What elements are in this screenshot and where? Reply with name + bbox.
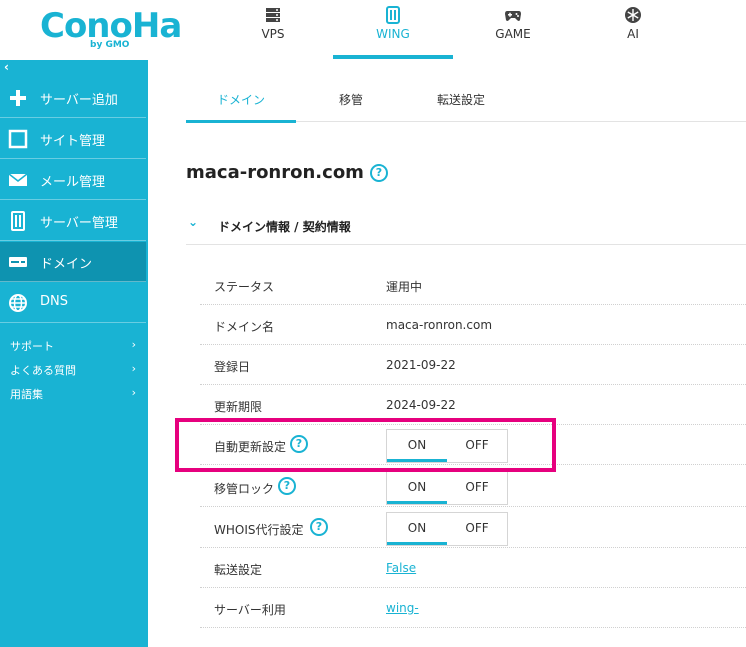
row-status: ステータス 運用中 <box>200 265 746 305</box>
row-transfer-lock: 移管ロック ? ON OFF <box>200 467 746 507</box>
highlight-box <box>175 418 556 472</box>
row-value: maca-ronron.com <box>386 318 493 332</box>
row-value: 2021-09-22 <box>386 358 456 372</box>
sidebar-link-glossary[interactable]: 用語集 › <box>10 386 136 402</box>
sidebar-item-server[interactable]: サーバー管理 <box>0 201 146 241</box>
nav-wing[interactable]: WING <box>333 0 453 60</box>
section-title: ドメイン情報 / 契約情報 <box>218 220 351 234</box>
globe-icon <box>9 294 27 312</box>
sidebar-collapse-icon[interactable]: ‹ <box>4 60 9 74</box>
mail-icon <box>8 173 28 186</box>
nav-ai[interactable]: AI <box>573 0 693 60</box>
sidebar-item-label: メール管理 <box>40 175 106 190</box>
toggle-active-indicator <box>387 542 447 545</box>
toggle-on-button[interactable]: ON <box>387 513 447 545</box>
row-label: 転送設定 <box>214 563 263 577</box>
tab-transfer[interactable]: 移管 <box>296 86 406 122</box>
logo-sub: by GMO <box>90 40 130 50</box>
nav-ai-label: AI <box>627 27 639 41</box>
sidebar-item-label: DNS <box>40 294 68 309</box>
sidebar-item-mail[interactable]: メール管理 <box>0 160 146 200</box>
transfer-lock-toggle: ON OFF <box>386 471 508 505</box>
row-label: 移管ロック <box>214 482 275 496</box>
sidebar-item-label: ドメイン <box>40 257 93 272</box>
row-label: ステータス <box>214 280 275 294</box>
row-label: WHOIS代行設定 <box>214 523 304 537</box>
help-icon[interactable]: ? <box>310 518 328 536</box>
plus-icon <box>10 90 26 106</box>
row-label: ドメイン名 <box>214 320 275 334</box>
gamepad-icon <box>505 11 521 21</box>
whois-toggle: ON OFF <box>386 512 508 546</box>
chevron-down-icon: ⌄ <box>188 215 199 229</box>
toggle-off-button[interactable]: OFF <box>447 513 507 545</box>
ai-icon <box>625 7 641 23</box>
server-manage-icon <box>11 211 25 231</box>
row-label: 登録日 <box>214 360 251 374</box>
toggle-off-button[interactable]: OFF <box>447 472 507 504</box>
chevron-right-icon: › <box>131 338 136 351</box>
row-value: 運用中 <box>386 280 423 294</box>
sidebar-item-label: サーバー管理 <box>40 216 118 231</box>
page-title: maca-ronron.com <box>186 162 364 183</box>
nav-game[interactable]: GAME <box>453 0 573 60</box>
chevron-right-icon: › <box>131 386 136 399</box>
server-icon <box>266 8 280 22</box>
tab-forwarding[interactable]: 転送設定 <box>406 86 516 122</box>
nav-wing-label: WING <box>376 27 410 41</box>
sidebar-link-label: よくある質問 <box>10 364 76 377</box>
toggle-active-indicator <box>387 501 447 504</box>
wing-icon <box>386 6 400 24</box>
row-server-use: サーバー利用 wing- <box>200 588 746 628</box>
row-forwarding: 転送設定 False <box>200 548 746 588</box>
row-whois: WHOIS代行設定 ? ON OFF <box>200 508 746 548</box>
toggle-on-button[interactable]: ON <box>387 472 447 504</box>
sidebar-link-label: 用語集 <box>10 388 43 401</box>
sidebar-item-domain[interactable]: ドメイン <box>0 242 146 282</box>
server-use-link[interactable]: wing- <box>386 601 419 615</box>
nav-game-label: GAME <box>495 27 531 41</box>
conoha-logo[interactable]: ConoHa by GMO <box>40 6 182 54</box>
row-value: 2024-09-22 <box>386 398 456 412</box>
section-header[interactable]: ⌄ ドメイン情報 / 契約情報 <box>186 205 746 245</box>
sidebar-link-support[interactable]: サポート › <box>10 338 136 354</box>
domain-icon <box>9 257 27 267</box>
sidebar-link-faq[interactable]: よくある質問 › <box>10 362 136 378</box>
row-domain-name: ドメイン名 maca-ronron.com <box>200 305 746 345</box>
site-icon <box>8 129 28 149</box>
sidebar-item-label: サイト管理 <box>40 134 106 149</box>
row-label: サーバー利用 <box>214 603 286 617</box>
sidebar-item-dns[interactable]: DNS <box>0 283 146 323</box>
content-tabs: ドメイン 移管 転送設定 <box>186 86 746 123</box>
sidebar-item-label: サーバー追加 <box>40 93 118 108</box>
chevron-right-icon: › <box>131 362 136 375</box>
top-header: ConoHa by GMO VPS WING GAME AI <box>0 0 746 60</box>
help-icon[interactable]: ? <box>278 477 296 495</box>
help-icon[interactable]: ? <box>370 164 388 182</box>
row-label: 更新期限 <box>214 400 263 414</box>
forwarding-link[interactable]: False <box>386 561 416 575</box>
sidebar-item-site[interactable]: サイト管理 <box>0 119 146 159</box>
row-registered: 登録日 2021-09-22 <box>200 345 746 385</box>
tab-domain[interactable]: ドメイン <box>186 86 296 123</box>
nav-vps-label: VPS <box>261 27 285 41</box>
sidebar-link-label: サポート <box>10 340 54 353</box>
sidebar-item-add-server[interactable]: サーバー追加 <box>0 78 146 118</box>
sidebar: ‹ サーバー追加 サイト管理 メール管理 サーバー管理 ドメイン DNS サポー… <box>0 60 148 647</box>
nav-vps[interactable]: VPS <box>213 0 333 60</box>
